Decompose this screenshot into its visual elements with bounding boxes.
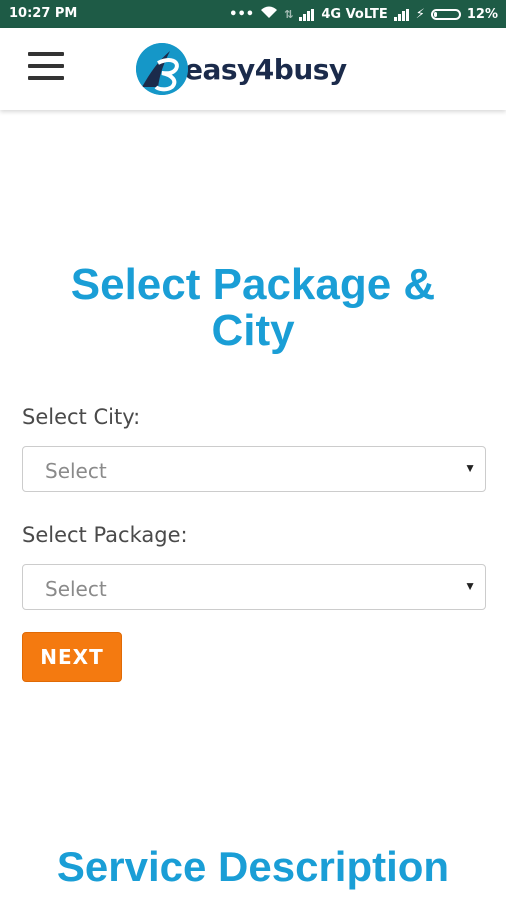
page-title: Select Package & City <box>70 260 436 355</box>
package-label: Select Package: <box>22 523 188 547</box>
next-button[interactable]: NEXT <box>22 632 122 682</box>
wifi-icon <box>260 6 278 23</box>
status-icons: ••• ⇅ 4G VoLTE ⚡ 12% <box>229 6 498 23</box>
data-transfer-icon: ⇅ <box>284 8 294 21</box>
city-select[interactable]: Select ▼ <box>22 446 486 492</box>
signal-strength-icon <box>299 8 315 21</box>
service-description-heading: Service Description <box>56 843 450 890</box>
more-dots-icon: ••• <box>229 7 255 22</box>
city-label: Select City: <box>22 405 141 429</box>
battery-percent: 12% <box>466 7 498 22</box>
signal-strength-icon-2 <box>393 8 410 21</box>
charging-icon: ⚡ <box>415 7 425 22</box>
package-select-value: Select <box>45 577 107 601</box>
brand-logo[interactable]: easy4busy <box>136 43 347 95</box>
network-type: 4G VoLTE <box>321 7 388 22</box>
app-header: easy4busy <box>0 28 506 110</box>
logo-mark-icon <box>136 43 188 95</box>
package-select[interactable]: Select ▼ <box>22 564 486 610</box>
caret-down-icon: ▼ <box>464 579 476 593</box>
city-select-value: Select <box>45 459 107 483</box>
logo-text: easy4busy <box>184 52 347 86</box>
caret-down-icon: ▼ <box>464 461 476 475</box>
battery-icon <box>430 9 461 20</box>
hamburger-menu-icon[interactable] <box>28 52 64 82</box>
status-time: 10:27 PM <box>9 6 78 21</box>
status-bar: 10:27 PM ••• ⇅ 4G VoLTE ⚡ 12% <box>0 0 506 28</box>
